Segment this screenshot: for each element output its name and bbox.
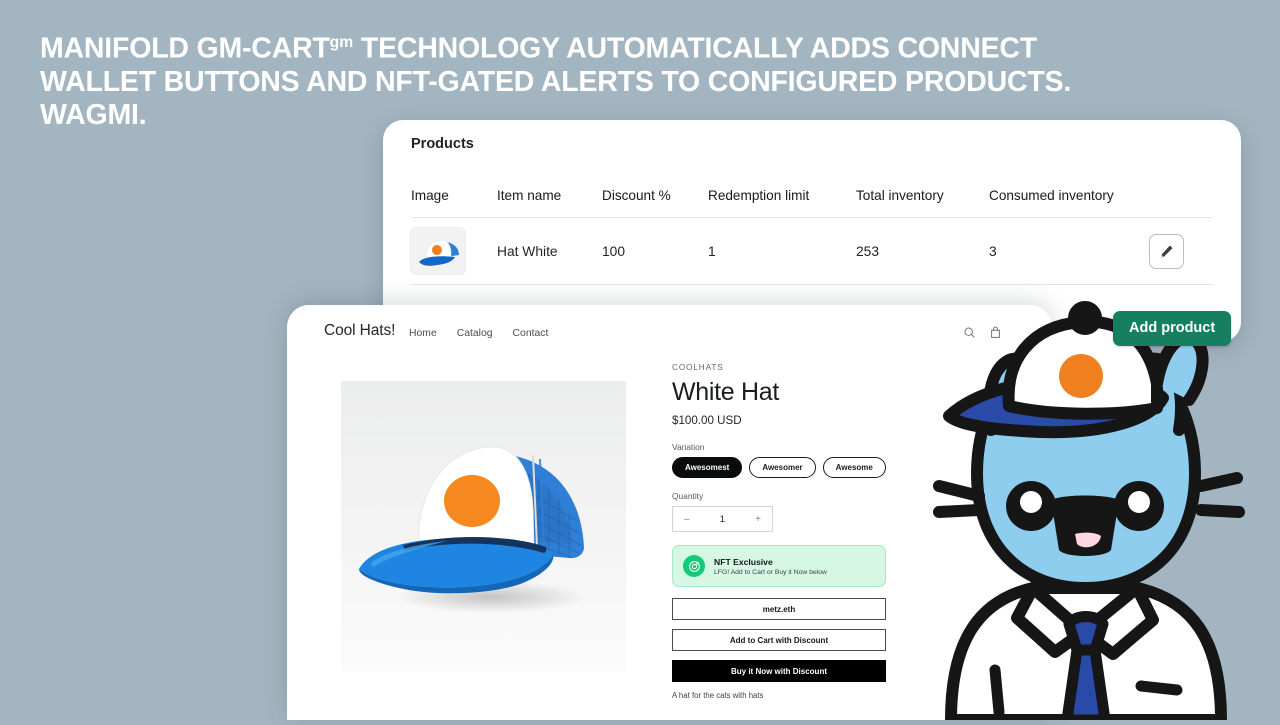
product-price: $100.00 USD — [672, 414, 742, 427]
nft-alert-text: NFT Exclusive LFG! Add to Cart or Buy it… — [714, 557, 827, 576]
product-thumbnail — [411, 228, 465, 274]
cell-image — [411, 217, 497, 285]
page-root: MANIFOLD GM-CARTgm TECHNOLOGY AUTOMATICA… — [0, 0, 1280, 725]
nft-exclusive-alert: NFT Exclusive LFG! Add to Cart or Buy it… — [672, 545, 886, 587]
cell-item-name: Hat White — [497, 217, 602, 285]
table-row: Hat White 100 1 253 3 — [411, 217, 1213, 285]
product-hero-image[interactable] — [341, 381, 626, 671]
quantity-label: Quantity — [672, 491, 704, 501]
product-title: White Hat — [672, 378, 780, 406]
products-panel-title: Products — [411, 136, 474, 152]
variation-options: Awesomest Awesomer Awesome — [672, 457, 912, 478]
cell-actions — [1149, 217, 1213, 285]
products-table: Image Item name Discount % Redemption li… — [411, 180, 1213, 285]
nft-alert-title: NFT Exclusive — [714, 556, 773, 567]
add-product-button[interactable]: Add product — [1113, 311, 1232, 346]
headline-part-1: MANIFOLD GM-CART — [40, 32, 330, 65]
cell-consumed-inventory: 3 — [989, 217, 1149, 285]
column-header-discount: Discount % — [602, 180, 708, 218]
storefront-preview: Cool Hats! Home Catalog Contact COOLHATS… — [287, 305, 1052, 720]
mascot-muzzle — [1051, 495, 1119, 556]
column-header-redemption-limit: Redemption limit — [708, 180, 856, 218]
nft-badge-icon — [683, 555, 705, 577]
nav-link-contact[interactable]: Contact — [513, 328, 549, 339]
nav-link-home[interactable]: Home — [409, 328, 437, 339]
cap-orange-dot — [1059, 354, 1103, 398]
product-vendor: COOLHATS — [672, 363, 724, 372]
column-header-item-name: Item name — [497, 180, 602, 218]
variation-option-awesomer[interactable]: Awesomer — [749, 457, 816, 478]
white-blue-trucker-hat-photo — [341, 381, 626, 671]
table-header-row: Image Item name Discount % Redemption li… — [411, 180, 1213, 218]
quantity-decrease-button[interactable]: – — [684, 514, 690, 525]
cell-total-inventory: 253 — [856, 217, 989, 285]
column-header-actions — [1149, 180, 1213, 218]
shopping-bag-icon[interactable] — [989, 326, 1002, 344]
product-description: A hat for the cats with hats — [672, 691, 764, 700]
add-to-cart-with-discount-button[interactable]: Add to Cart with Discount — [672, 629, 886, 651]
buy-it-now-with-discount-button[interactable]: Buy it Now with Discount — [672, 660, 886, 682]
product-details-panel: COOLHATS White Hat $100.00 USD Variation… — [672, 363, 912, 700]
variation-option-awesomest[interactable]: Awesomest — [672, 457, 743, 478]
column-header-consumed-inventory: Consumed inventory — [989, 180, 1149, 218]
store-nav-icons — [963, 326, 1002, 344]
quantity-value[interactable]: 1 — [720, 514, 725, 525]
cell-redemption-limit: 1 — [708, 217, 856, 285]
cell-discount: 100 — [602, 217, 708, 285]
column-header-total-inventory: Total inventory — [856, 180, 989, 218]
column-header-image: Image — [411, 180, 497, 218]
store-logo[interactable]: Cool Hats! — [324, 322, 395, 340]
mascot-tongue — [1075, 532, 1101, 548]
edit-product-button[interactable] — [1149, 233, 1184, 269]
nft-alert-subtitle: LFG! Add to Cart or Buy it Now below — [714, 568, 827, 576]
storefront-navbar: Cool Hats! Home Catalog Contact — [287, 305, 1052, 357]
page-headline: MANIFOLD GM-CARTgm TECHNOLOGY AUTOMATICA… — [40, 26, 1150, 132]
quantity-stepper[interactable]: – 1 + — [672, 506, 773, 532]
pencil-icon — [1160, 245, 1173, 257]
variation-option-awesome[interactable]: Awesome — [822, 457, 886, 478]
store-nav-links: Home Catalog Contact — [409, 328, 548, 339]
headline-superscript-gm: gm — [329, 34, 354, 51]
hat-thumbnail-icon — [411, 228, 465, 274]
variation-label: Variation — [672, 442, 705, 452]
wallet-address-button[interactable]: metz.eth — [672, 598, 886, 620]
nav-link-catalog[interactable]: Catalog — [457, 328, 493, 339]
quantity-increase-button[interactable]: + — [755, 514, 761, 525]
search-icon[interactable] — [963, 326, 976, 344]
